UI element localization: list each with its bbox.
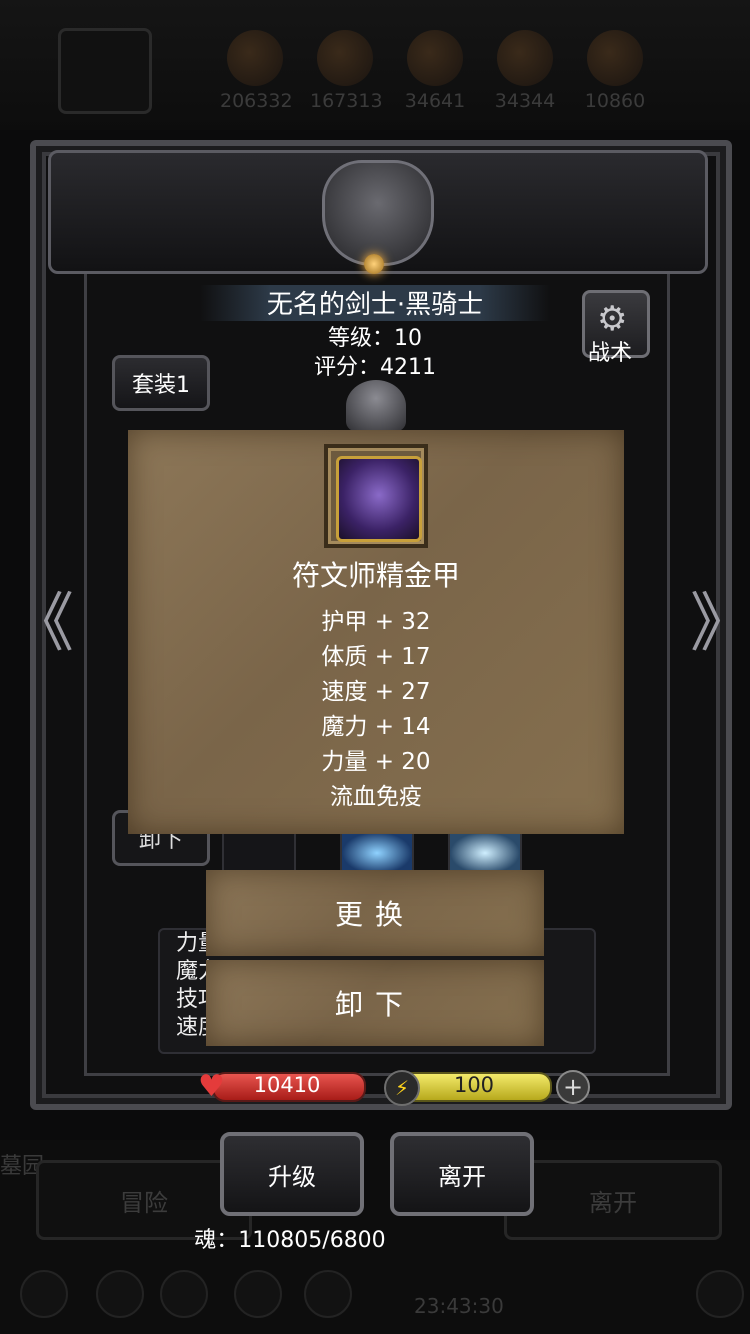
helmet-icon xyxy=(346,380,406,432)
resource-5: 10860 xyxy=(580,30,650,120)
item-attribute: 体质 + 17 xyxy=(321,644,431,670)
soul-counter: 魂：110805/6800 xyxy=(194,1228,386,1253)
next-arrow-icon[interactable]: 》 xyxy=(690,592,750,656)
resource-value: 34641 xyxy=(404,90,466,112)
tactic-label: 战术 xyxy=(588,341,633,366)
menu-icon xyxy=(696,1270,744,1318)
timer: 23:43:30 xyxy=(414,1294,504,1318)
resource-3: 34641 xyxy=(400,30,470,120)
menu-icon xyxy=(96,1270,144,1318)
item-name: 符文师精金甲 xyxy=(291,559,460,592)
upgrade-button[interactable]: 升级 xyxy=(220,1132,364,1216)
avatar xyxy=(58,28,152,114)
menu-icon xyxy=(20,1270,68,1318)
resource-value: 34344 xyxy=(494,90,556,112)
resource-2: 167313 xyxy=(310,30,383,120)
leave-button-bg: 离开 xyxy=(504,1160,722,1240)
resource-1: 206332 xyxy=(220,30,293,120)
character-name: 无名的剑士·黑骑士 xyxy=(266,290,484,320)
character-score: 评分：4211 xyxy=(314,355,436,380)
set-button[interactable]: 套装1 xyxy=(112,355,210,411)
add-energy-button[interactable]: + xyxy=(556,1070,590,1104)
item-frame xyxy=(324,444,428,548)
resource-4: 34344 xyxy=(490,30,560,120)
character-level: 等级：10 xyxy=(328,326,422,351)
item-attribute: 力量 + 20 xyxy=(321,749,431,775)
gear-icon: ⚙ xyxy=(597,299,628,339)
leave-button[interactable]: 离开 xyxy=(390,1132,534,1216)
armor-icon xyxy=(336,456,422,542)
energy-value: 100 xyxy=(453,1073,495,1097)
resource-value: 10860 xyxy=(584,90,646,112)
unequip-button[interactable]: 卸下 xyxy=(206,960,544,1046)
item-attribute: 流血免疫 xyxy=(330,784,422,810)
menu-icon xyxy=(304,1270,352,1318)
prev-arrow-icon[interactable]: 《 xyxy=(10,592,74,656)
hp-value: 10410 xyxy=(253,1073,321,1097)
gem-icon xyxy=(364,254,384,274)
item-tooltip: 符文师精金甲 护甲 + 32 体质 + 17 速度 + 27 魔力 + 14 力… xyxy=(128,430,624,834)
item-attribute: 速度 + 27 xyxy=(321,679,431,705)
menu-icon xyxy=(234,1270,282,1318)
skull-ornament-icon xyxy=(322,160,434,266)
menu-icon xyxy=(160,1270,208,1318)
replace-button[interactable]: 更换 xyxy=(206,870,544,956)
resource-value: 206332 xyxy=(220,90,293,112)
resource-value: 167313 xyxy=(310,90,383,112)
item-attribute: 护甲 + 32 xyxy=(321,609,431,635)
item-attribute: 魔力 + 14 xyxy=(321,714,431,740)
